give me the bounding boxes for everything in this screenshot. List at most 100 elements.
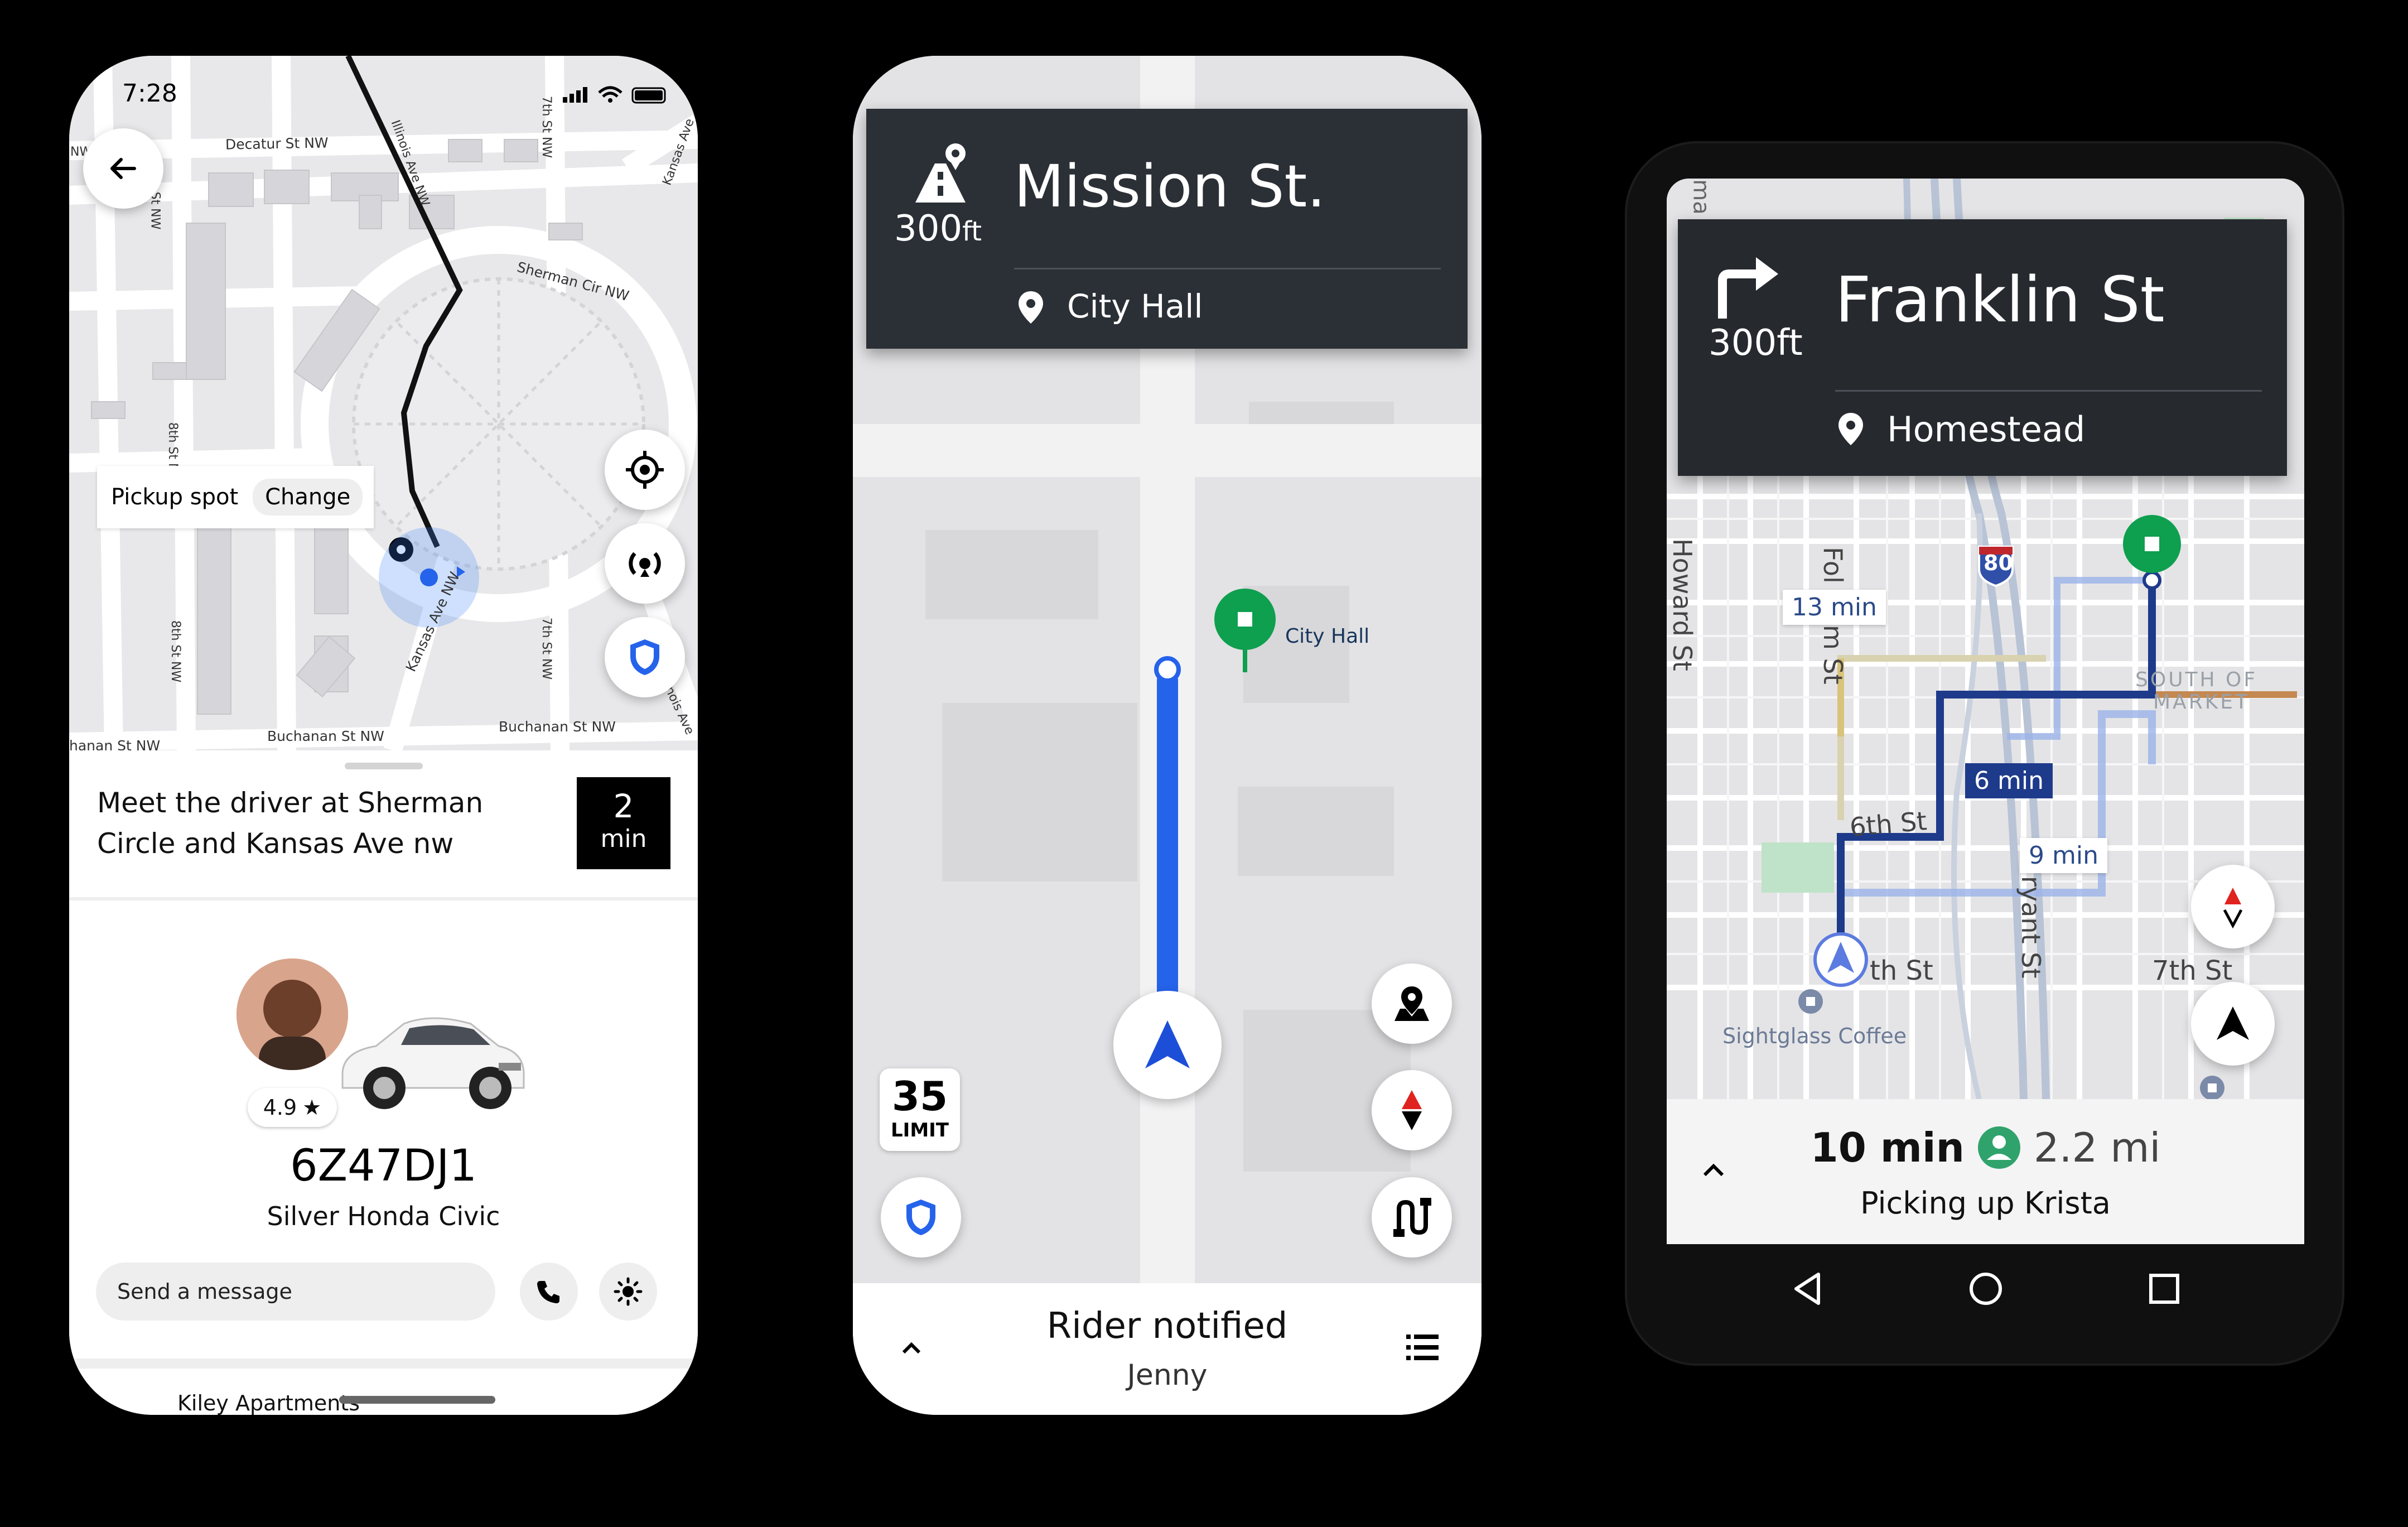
street-label: Fol <box>1818 547 1848 584</box>
route-icon <box>1393 1198 1431 1237</box>
overview-map-button[interactable] <box>1372 964 1452 1044</box>
street-label: 7th St NW <box>539 95 554 158</box>
phone-android-nav: ma Howard St Fol m St 80 SOUTH OF MARKET… <box>1667 179 2304 1244</box>
street-label: 7th St NW <box>539 617 554 680</box>
brightness-icon <box>614 1277 643 1306</box>
locate-icon <box>626 451 664 489</box>
maneuver-card: 300ft Franklin St Homestead <box>1678 219 2287 476</box>
call-button[interactable] <box>520 1263 578 1321</box>
street-label: Buchanan St NW <box>499 719 616 735</box>
phone-rider-app: 7:28 Decatur St NW Illinois Ave NW 7th S… <box>69 56 698 1415</box>
divider <box>69 897 698 900</box>
eta-badge: 2 min <box>577 777 670 869</box>
shield-icon <box>906 1200 935 1235</box>
back-nav-icon[interactable] <box>1791 1271 1824 1307</box>
brightness-button[interactable] <box>599 1263 657 1321</box>
highway-shield-label: 80 <box>1984 551 2013 575</box>
rating-badge: 4.9 ★ <box>248 1088 337 1127</box>
star-icon: ★ <box>302 1095 322 1120</box>
shield-icon <box>630 639 659 675</box>
street-label: Decatur St NW <box>225 134 329 153</box>
back-arrow-icon <box>110 158 136 179</box>
maneuver-distance: 300ft <box>894 208 982 249</box>
nav-arrow-icon <box>2217 1006 2249 1040</box>
broadcast-button[interactable] <box>605 523 685 604</box>
trip-time: 10 min <box>1810 1124 1965 1171</box>
street-label: 8th St NW <box>168 620 183 683</box>
street-label: ryant St <box>2016 876 2046 979</box>
compass-button[interactable] <box>1372 1070 1452 1150</box>
phone-driver-nav: City Hall 300ft Mission St. City Hall 35… <box>853 56 1482 1415</box>
speed-limit-label: LIMIT <box>891 1119 949 1141</box>
trip-summary: 10 min 2.2 mi <box>1667 1124 2304 1171</box>
current-location-puck <box>1113 991 1222 1099</box>
pickup-spot-label: Pickup spot <box>111 484 239 510</box>
turn-right-icon <box>1718 257 1778 319</box>
broadcast-icon <box>629 552 661 577</box>
trip-status: Picking up Krista <box>1860 1186 2111 1221</box>
locate-button[interactable] <box>605 430 685 510</box>
change-pickup-button[interactable]: Change <box>253 479 363 516</box>
route-chip-13min[interactable]: 13 min <box>1783 590 1886 625</box>
divider <box>69 1359 698 1369</box>
pin-icon <box>1838 413 1863 445</box>
status-time: 7:28 <box>122 79 177 108</box>
map-pin-icon <box>1394 986 1429 1021</box>
divider <box>1014 268 1441 269</box>
status-icons <box>563 86 666 104</box>
pickup-bottom-sheet[interactable]: Meet the driver at Sherman Circle and Ka… <box>69 750 698 1415</box>
street-label: Buchanan St NW <box>267 728 384 744</box>
safety-shield-button[interactable] <box>605 617 685 697</box>
speed-limit-value: 35 <box>891 1073 948 1120</box>
route-options-button[interactable] <box>1372 1177 1452 1258</box>
nav-arrow-icon <box>1145 1020 1190 1068</box>
maneuver-distance: 300ft <box>1709 322 1803 364</box>
route-chip-6min[interactable]: 6 min <box>1965 763 2053 798</box>
trip-status-bar[interactable]: Rider notified Jenny <box>853 1283 1482 1415</box>
trip-info-panel[interactable]: 10 min 2.2 mi Picking up Krista <box>1667 1099 2304 1244</box>
pickup-spot-card: Pickup spot Change <box>97 466 374 528</box>
phone-icon <box>537 1281 559 1303</box>
map-label-city-hall: City Hall <box>1285 625 1370 648</box>
android-nav-bar <box>1667 1244 2304 1333</box>
trip-status-sub: Jenny <box>1127 1359 1208 1392</box>
recenter-button[interactable] <box>2191 982 2275 1066</box>
street-label: 7th St <box>2152 955 2233 986</box>
maneuver-distance-value: 300 <box>894 208 963 249</box>
home-indicator <box>339 1396 495 1404</box>
next-stop-label: Kiley Apartments <box>177 1391 360 1415</box>
poi-label: Sightglass Coffee <box>1722 1024 1907 1048</box>
route-chip-9min[interactable]: 9 min <box>2020 838 2107 873</box>
maneuver-card: 300ft Mission St. City Hall <box>866 109 1468 349</box>
meet-driver-line1: Meet the driver at Sherman <box>97 787 484 819</box>
compass-icon <box>1402 1090 1422 1130</box>
maneuver-street: Mission St. <box>1014 152 1326 220</box>
trip-distance: 2.2 mi <box>2033 1124 2161 1171</box>
compass-icon <box>2223 888 2243 929</box>
back-button[interactable] <box>83 128 163 209</box>
message-input[interactable]: Send a message <box>96 1263 495 1321</box>
street-label: ma <box>1688 179 1714 215</box>
divider <box>1835 390 2262 392</box>
eta-unit: min <box>600 825 647 853</box>
speed-limit-sign: 35 LIMIT <box>880 1068 960 1151</box>
eta-value: 2 <box>613 787 634 825</box>
rider-map[interactable] <box>69 56 698 750</box>
pin-icon <box>1019 291 1043 324</box>
list-icon[interactable] <box>1405 1332 1440 1362</box>
maneuver-street: Franklin St <box>1835 264 2165 336</box>
sheet-handle[interactable] <box>345 763 423 769</box>
recents-nav-icon[interactable] <box>2148 1272 2181 1306</box>
home-nav-icon[interactable] <box>1968 1271 2004 1307</box>
soma-label: SOUTH OF <box>2135 668 2258 691</box>
compass-button[interactable] <box>2191 865 2275 948</box>
maneuver-destination: Homestead <box>1887 409 2086 450</box>
license-plate: 6Z47DJ1 <box>289 1141 477 1191</box>
road-icon <box>915 143 966 203</box>
maneuver-distance-unit: ft <box>962 216 982 247</box>
soma-label: MARKET <box>2153 691 2250 714</box>
street-label: Howard St <box>1667 538 1697 671</box>
rating-value: 4.9 <box>263 1095 297 1120</box>
safety-shield-button[interactable] <box>881 1177 961 1258</box>
street-label: m St <box>1818 625 1848 685</box>
